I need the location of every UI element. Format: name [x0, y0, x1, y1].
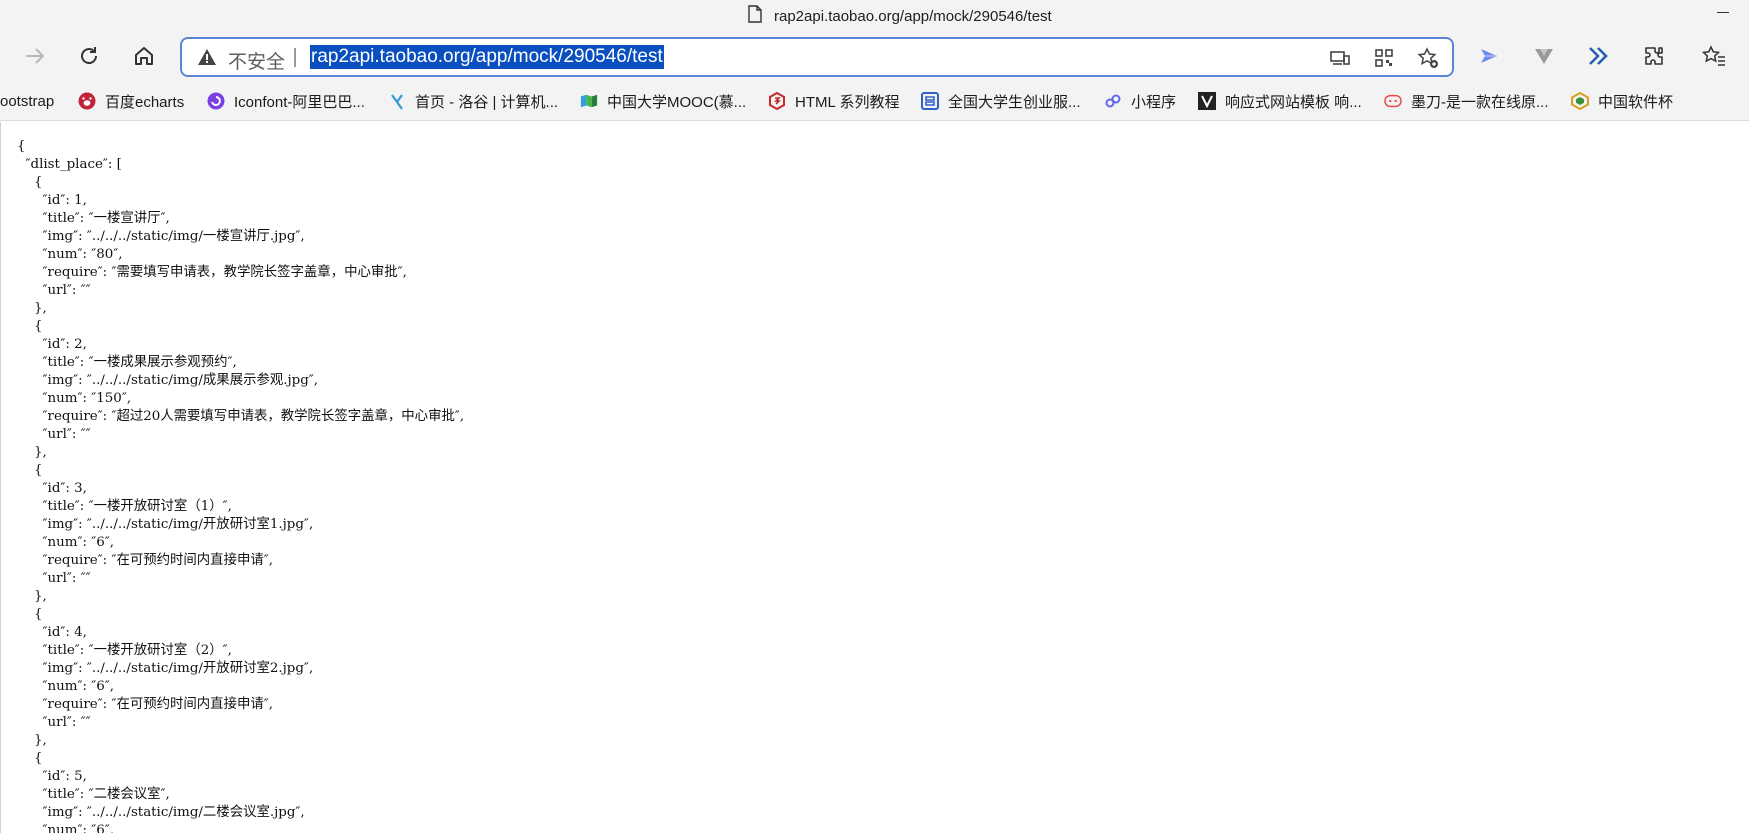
bookmark-label: 墨刀-是一款在线原...: [1411, 93, 1549, 111]
bookmark-bootstrap[interactable]: ootstrap: [0, 89, 54, 113]
bookmark-cnsoftbei[interactable]: 中国软件杯: [1571, 89, 1673, 113]
miniprogram-icon: [1104, 92, 1122, 110]
baidu-icon: [78, 92, 96, 110]
bookmark-label: HTML 系列教程: [795, 93, 900, 111]
address-separator: [294, 48, 296, 67]
window-title: rap2api.taobao.org/app/mock/290546/test: [774, 7, 1052, 25]
page-icon: [748, 5, 762, 27]
startup-icon: [921, 92, 939, 110]
bookmark-echarts[interactable]: 百度echarts: [78, 89, 184, 113]
home-icon[interactable]: [126, 38, 162, 74]
bookmark-label: 中国软件杯: [1598, 93, 1674, 111]
add-favorite-icon[interactable]: [1416, 47, 1440, 69]
bookmark-label: Iconfont-阿里巴巴...: [234, 93, 365, 111]
bookmark-label: 中国大学MOOC(慕...: [607, 93, 747, 111]
address-bar[interactable]: 不安全 rap2api.taobao.org/app/mock/290546/t…: [180, 37, 1454, 77]
template-icon: [1198, 92, 1216, 110]
extension-arrows-icon[interactable]: [1580, 38, 1616, 74]
device-icon[interactable]: [1328, 47, 1352, 69]
bookmark-template[interactable]: 响应式网站模板 响...: [1198, 89, 1362, 113]
bookmarks-bar: ootstrap 百度echarts Iconfont-阿里巴巴... 首页 -…: [0, 85, 1749, 121]
cnsoftbei-icon: [1571, 92, 1589, 110]
bookmark-label: 全国大学生创业服...: [948, 93, 1081, 111]
page-content: { ″dlist_place″: [ { ″id″: 1, ″title″: ″…: [0, 122, 1749, 833]
modao-icon: [1384, 92, 1402, 110]
browser-toolbar: 不安全 rap2api.taobao.org/app/mock/290546/t…: [0, 30, 1749, 85]
qr-icon[interactable]: [1372, 47, 1396, 69]
extension-blue-icon[interactable]: [1471, 38, 1507, 74]
bookmark-startup[interactable]: 全国大学生创业服...: [921, 89, 1081, 113]
minimize-button[interactable]: [1713, 0, 1733, 24]
extension-v-icon[interactable]: [1526, 38, 1562, 74]
favorites-icon[interactable]: [1696, 38, 1732, 74]
html-icon: [768, 92, 786, 110]
bookmark-label: 小程序: [1131, 93, 1177, 111]
url-text[interactable]: rap2api.taobao.org/app/mock/290546/test: [310, 45, 664, 69]
bookmark-miniprogram[interactable]: 小程序: [1104, 89, 1176, 113]
security-label[interactable]: 不安全: [228, 47, 285, 74]
bookmark-modao[interactable]: 墨刀-是一款在线原...: [1384, 89, 1549, 113]
bookmark-label: 响应式网站模板 响...: [1225, 93, 1362, 111]
window-titlebar: rap2api.taobao.org/app/mock/290546/test: [0, 0, 1749, 30]
bookmark-html[interactable]: HTML 系列教程: [768, 89, 899, 113]
bookmark-luogu[interactable]: 首页 - 洛谷 | 计算机...: [388, 89, 558, 113]
luogu-icon: [388, 92, 406, 110]
mooc-icon: [580, 92, 598, 110]
warning-icon[interactable]: [197, 48, 217, 71]
refresh-icon[interactable]: [71, 38, 107, 74]
bookmark-label: 百度echarts: [105, 93, 185, 111]
bookmark-iconfont[interactable]: Iconfont-阿里巴巴...: [207, 89, 365, 113]
window-title-area: rap2api.taobao.org/app/mock/290546/test: [748, 5, 1052, 27]
bookmark-label: 首页 - 洛谷 | 计算机...: [415, 93, 559, 111]
extensions-icon[interactable]: [1636, 38, 1672, 74]
bookmark-mooc[interactable]: 中国大学MOOC(慕...: [580, 89, 746, 113]
forward-icon[interactable]: [17, 38, 53, 74]
json-response-text: { ″dlist_place″: [ { ″id″: 1, ″title″: ″…: [17, 139, 465, 833]
bookmark-label: ootstrap: [0, 92, 55, 110]
iconfont-icon: [207, 92, 225, 110]
